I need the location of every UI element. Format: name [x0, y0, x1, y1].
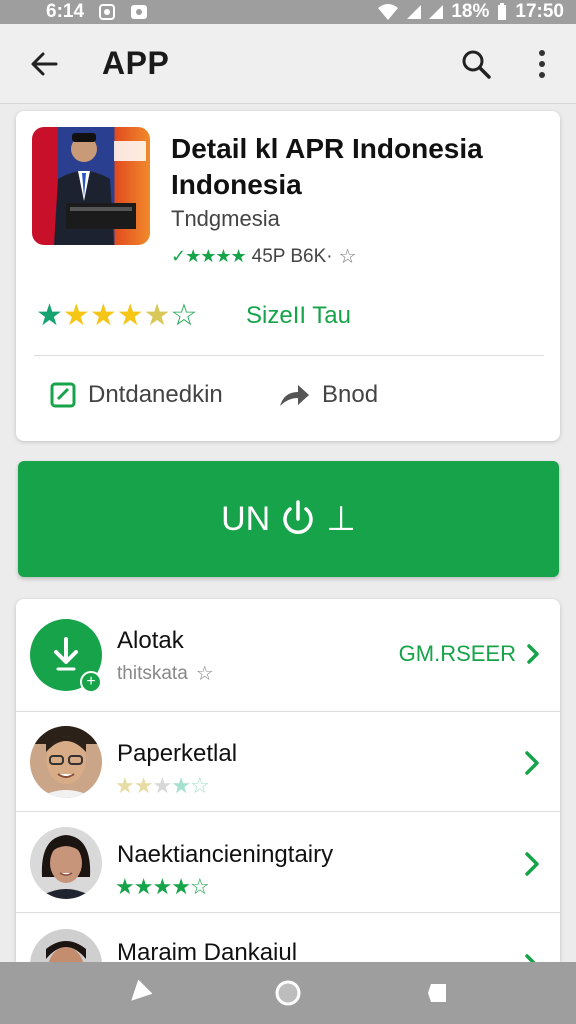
star-icon: ★: [36, 299, 63, 332]
app-bar: APP: [0, 24, 576, 104]
avatar: [30, 827, 102, 899]
back-arrow-icon: [31, 52, 58, 75]
add-badge-icon: +: [80, 671, 102, 693]
nav-home-button[interactable]: [273, 978, 303, 1008]
list-item[interactable]: Naektiancieningtairy ★★★★☆: [16, 813, 560, 913]
star-outline-icon: ☆: [189, 773, 210, 798]
star-icon: ★: [62, 299, 90, 332]
see-more-label: GM.RSEER: [398, 641, 516, 666]
install-button[interactable]: UN ⊥: [18, 461, 559, 577]
divider: [34, 355, 544, 356]
small-rating-text: 45P B6K·: [251, 245, 333, 267]
small-stars: ✓★★★★: [171, 246, 247, 266]
edit-action[interactable]: Dntdanedkin: [50, 381, 223, 409]
more-options-button[interactable]: [522, 42, 562, 86]
more-vert-icon: [539, 50, 545, 78]
person-photo: [30, 726, 102, 798]
download-icon: [54, 637, 78, 671]
list-item-stars: ★★★★☆: [115, 874, 210, 900]
chevron-right-icon[interactable]: [524, 750, 540, 776]
star-icon: ★: [115, 773, 135, 798]
star-icon: ★: [133, 874, 154, 899]
list-item-stars: ★★★★☆: [115, 773, 210, 799]
small-rating-row: ✓★★★★ 45P B6K· ☆: [171, 244, 357, 269]
nav-recents-button[interactable]: [422, 978, 452, 1008]
size-label: SizeII Tau: [246, 302, 351, 329]
edit-square-icon: [50, 382, 76, 408]
share-arrow-icon: [280, 385, 309, 406]
install-button-label: UN: [221, 499, 271, 538]
status-bar: 6:14 18% 17:50: [0, 0, 576, 24]
home-circle-icon: [275, 980, 301, 1006]
star-icon: ★: [116, 299, 144, 332]
notification-icon: [99, 4, 116, 20]
recents-square-icon: [428, 984, 446, 1002]
app-detail-card: Detail kl APR Indonesia Indonesia Tndgme…: [16, 111, 560, 441]
star-icon: ★: [115, 874, 135, 899]
big-rating-stars: ★ ★ ★ ★ ★ ☆: [36, 301, 197, 331]
chevron-right-icon[interactable]: [524, 851, 540, 877]
list-item-name: Naektiancieningtairy: [117, 841, 334, 868]
signal-icon: [407, 5, 422, 19]
star-icon: ★: [171, 874, 191, 899]
battery-percent: 18%: [451, 1, 490, 22]
app-detail-title: Detail kl APR Indonesia Indonesia: [171, 133, 483, 200]
related-list-card: + Alotak thitskata ☆ GM.RSEER Paperketla…: [16, 599, 560, 979]
status-time-right: 17:50: [515, 1, 564, 22]
list-item[interactable]: Paperketlal ★★★★☆: [16, 712, 560, 812]
star-icon: ★: [133, 773, 154, 798]
star-icon: ★: [152, 773, 172, 798]
search-icon: [462, 50, 491, 79]
page-title: APP: [102, 45, 170, 81]
list-item-meta: thitskata ☆: [117, 661, 214, 686]
share-action[interactable]: Bnod: [278, 381, 378, 409]
star-outline-icon: ☆: [195, 663, 214, 685]
back-button[interactable]: [20, 40, 68, 88]
star-half-icon: ★: [143, 299, 171, 332]
star-outline-icon: ☆: [170, 299, 198, 332]
list-item-name: Paperketlal: [117, 740, 238, 767]
star-icon: ★: [171, 773, 191, 798]
list-item-meta-text: thitskata: [117, 662, 188, 684]
system-nav-bar: [0, 962, 576, 1024]
power-icon: [283, 500, 313, 534]
signal-icon-2: [429, 5, 444, 19]
person-photo: [30, 827, 102, 899]
back-triangle-icon: [131, 980, 152, 1001]
nav-back-button[interactable]: [124, 978, 154, 1008]
edit-action-label: Dntdanedkin: [88, 381, 223, 408]
list-item-name: Alotak: [117, 627, 184, 654]
install-button-suffix: ⊥: [326, 500, 356, 538]
app-icon-image: [54, 133, 146, 245]
wifi-icon: [378, 4, 399, 20]
app-icon[interactable]: [32, 127, 150, 245]
message-icon: [131, 5, 148, 19]
battery-icon: [498, 3, 507, 20]
star-outline-icon: ☆: [338, 246, 357, 268]
status-time-left: 6:14: [46, 1, 85, 22]
star-icon: ★: [152, 874, 172, 899]
app-detail-subtitle: Tndgmesia: [171, 206, 280, 231]
star-outline-icon: ☆: [189, 874, 210, 899]
chevron-right-icon: [527, 644, 539, 664]
search-button[interactable]: [454, 42, 498, 86]
list-item[interactable]: + Alotak thitskata ☆ GM.RSEER: [16, 599, 560, 712]
share-action-label: Bnod: [322, 381, 379, 408]
star-icon: ★: [89, 299, 117, 332]
avatar: [30, 726, 102, 798]
see-more-button[interactable]: GM.RSEER: [399, 641, 540, 667]
